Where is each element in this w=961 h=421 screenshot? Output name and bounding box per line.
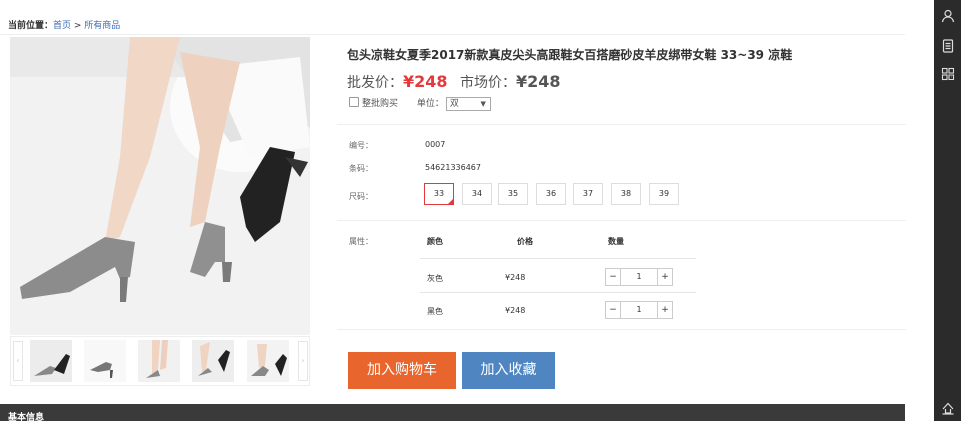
batch-row: 整批购买 单位：双 ▼ [349,96,491,111]
market-price-label: 市场价： [459,75,516,91]
thumbnail-1[interactable] [30,340,72,382]
quantity-input[interactable]: 1 [621,302,657,318]
barcode-label: 条码： [349,164,373,173]
market-price: ¥248 [515,72,561,91]
chevron-down-icon: ▼ [480,99,486,108]
price-line: 批发价：¥248 市场价：¥248 [347,72,561,92]
base-info-label: 基本信息 [8,413,45,421]
column-header-quantity: 数量 [608,237,624,246]
code-label: 编号： [349,141,373,150]
thumbnail-5[interactable] [247,340,289,382]
thumbnail-3[interactable] [138,340,180,382]
divider [337,329,906,330]
code-value: 0007 [425,140,446,149]
unit-select[interactable]: 双 ▼ [445,96,491,111]
breadcrumb-label: 当前位置： [8,21,54,31]
size-label: 尺码： [349,192,373,201]
quantity-stepper: − 1 + [605,268,673,286]
add-to-favorites-button[interactable]: 加入收藏 [462,352,555,389]
thumbnail-next-button[interactable]: › [298,341,308,381]
unit-select-value: 双 [449,98,459,109]
base-info-tab[interactable]: 基本信息 [0,404,905,421]
breadcrumb-home-link[interactable]: 首页 [53,21,71,31]
size-option-36[interactable]: 36 [536,183,566,205]
decrement-button[interactable]: − [606,302,621,318]
quantity-stepper: − 1 + [605,301,673,319]
size-option-34[interactable]: 34 [462,183,492,205]
thumbnail-2[interactable] [84,340,126,382]
column-header-price: 价格 [517,237,533,246]
decrement-button[interactable]: − [606,269,621,285]
quantity-input[interactable]: 1 [621,269,657,285]
product-main-image [10,37,310,335]
divider [0,34,905,35]
qr-icon[interactable] [934,64,961,84]
variant-color: 灰色 [427,274,443,283]
variant-color: 黑色 [427,307,443,316]
thumbnail-prev-button[interactable]: ‹ [13,341,23,381]
increment-button[interactable]: + [657,269,672,285]
increment-button[interactable]: + [657,302,672,318]
unit-label: 单位： [416,99,444,109]
breadcrumb: 当前位置：首页 > 所有商品 [8,18,120,31]
attribute-label: 属性： [349,237,373,246]
breadcrumb-current-link[interactable]: 所有商品 [84,21,120,31]
column-header-color: 颜色 [427,237,443,246]
size-option-35[interactable]: 35 [498,183,528,205]
size-option-38[interactable]: 38 [611,183,641,205]
right-toolbar [934,0,961,421]
variant-price: ¥248 [505,273,526,282]
wholesale-price-label: 批发价： [347,75,403,91]
wholesale-price: ¥248 [403,72,448,91]
divider [420,258,696,259]
divider [337,124,906,125]
add-to-cart-button[interactable]: 加入购物车 [348,352,456,389]
barcode-value: 54621336467 [425,163,481,172]
thumbnail-strip: ‹ › [10,336,310,386]
product-title: 包头凉鞋女夏季2017新款真皮尖头高跟鞋女百搭磨砂皮羊皮绑带女鞋 33~39 凉… [347,48,793,62]
user-icon[interactable] [934,6,961,26]
divider [337,220,906,221]
divider [420,292,696,293]
document-icon[interactable] [934,36,961,56]
batch-purchase-checkbox[interactable] [349,97,359,107]
size-option-39[interactable]: 39 [649,183,679,205]
thumbnail-4[interactable] [192,340,234,382]
breadcrumb-separator: > [71,21,85,31]
size-option-37[interactable]: 37 [573,183,603,205]
variant-price: ¥248 [505,306,526,315]
size-option-33[interactable]: 33 [424,183,454,205]
back-to-top-icon[interactable] [934,398,961,418]
batch-purchase-label: 整批购买 [362,99,399,109]
